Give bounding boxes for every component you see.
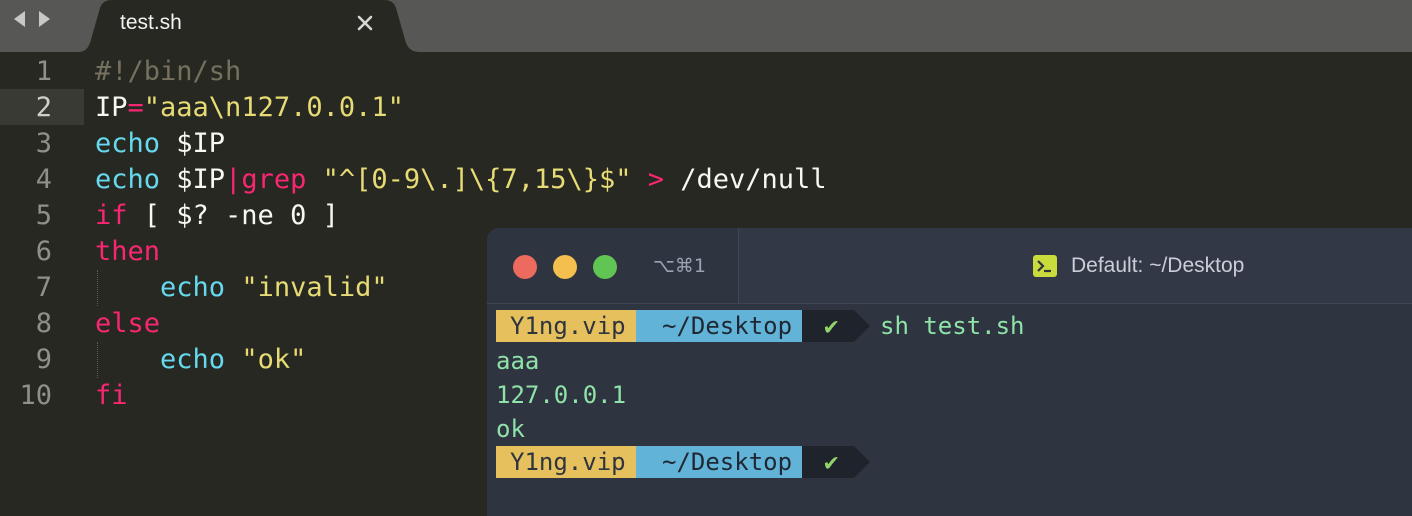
code-token: if [95,200,128,231]
code-line: then [95,234,160,270]
output-line: aaa [496,347,540,375]
line-number: 9 [35,344,52,375]
line-number: 4 [35,164,52,195]
maximize-window-button[interactable] [593,255,617,279]
line-number: 8 [35,308,52,339]
code-token: else [95,308,161,339]
close-icon[interactable] [354,12,376,34]
prompt-user-segment: Y1ng.vip [496,446,636,478]
code-token: "ok" [241,344,307,375]
back-arrow-icon[interactable] [10,8,30,30]
code-token: echo [95,128,161,159]
code-token: #!/bin/sh [95,56,242,87]
prompt-separator-icon [854,446,870,478]
tab-title: test.sh [120,11,182,34]
line-number: 3 [35,128,52,159]
indent-guide [97,342,98,378]
line-number: 1 [35,56,52,87]
indent-guide [97,270,98,306]
line-number-gutter: 1 2 3 4 5 6 7 8 9 10 [0,52,84,516]
terminal-title-area: Default: ~/Desktop [739,228,1412,304]
screen: test.sh 1 2 3 4 5 6 7 8 9 10 #!/bin/sh IP="aaa\n12… [0,0,1412,516]
minimize-window-button[interactable] [553,255,577,279]
code-token: = [127,92,144,123]
code-line: fi [95,378,128,414]
code-token: /dev/null [664,164,827,195]
code-token: $IP [160,164,226,195]
code-token: "^[0-9\.]\{7,15\}$" [322,164,632,195]
prompt-status-check-icon: ✔ [802,446,854,478]
tab-navigation [10,8,58,30]
line-number: 2 [35,92,52,123]
code-token: echo [160,344,226,375]
close-window-button[interactable] [513,255,537,279]
terminal-titlebar: ⌥⌘1 Default: ~/Desktop [487,228,1412,304]
terminal-title: Default: ~/Desktop [1071,254,1245,277]
prompt-dir-segment: ~/Desktop [636,446,802,478]
code-line: if [ $? -ne 0 ] [95,198,339,234]
code-token: fi [95,380,128,411]
forward-arrow-icon[interactable] [34,8,54,30]
terminal-window[interactable]: ⌥⌘1 Default: ~/Desktop Y1ng.vip ~/Deskto… [487,228,1412,516]
line-number: 6 [35,236,52,267]
line-number: 7 [35,272,52,303]
terminal-output[interactable]: Y1ng.vip ~/Desktop ✔ sh test.sh aaa 127.… [487,304,1412,516]
code-token: "aaa\n127.0.0.1" [143,92,404,123]
typed-command: sh test.sh [880,312,1025,340]
output-line: ok [496,415,525,443]
code-token: $IP [160,128,226,159]
terminal-tab[interactable]: ⌥⌘1 [487,228,739,304]
output-line: 127.0.0.1 [496,381,627,409]
prompt-separator-icon [854,310,870,342]
code-token: [ $? -ne 0 ] [127,200,339,231]
prompt-status-check-icon: ✔ [802,310,854,342]
prompt-user-segment: Y1ng.vip [496,310,636,342]
prompt-dir-segment: ~/Desktop [636,310,802,342]
code-line: echo $IP [95,126,225,162]
code-line: echo $IP|grep "^[0-9\.]\{7,15\}$" > /dev… [95,162,827,198]
code-token: echo [160,272,226,303]
code-token: > [647,164,665,195]
code-line: echo "ok" [95,342,306,378]
code-token: echo [95,164,161,195]
code-token: grep [241,164,307,195]
code-line: echo "invalid" [95,270,388,306]
terminal-icon [1033,255,1057,277]
tab-test-sh[interactable]: test.sh [78,0,420,52]
line-number: 10 [19,380,52,411]
code-line: IP="aaa\n127.0.0.1" [95,90,404,126]
editor-tab-bar: test.sh [0,0,1412,52]
code-token: | [225,164,242,195]
code-token: then [95,236,161,267]
code-token: "invalid" [241,272,388,303]
code-line: else [95,306,160,342]
code-line: #!/bin/sh [95,54,241,90]
code-token: IP [95,92,128,123]
line-number: 5 [35,200,52,231]
tab-shortcut-label: ⌥⌘1 [653,255,706,277]
